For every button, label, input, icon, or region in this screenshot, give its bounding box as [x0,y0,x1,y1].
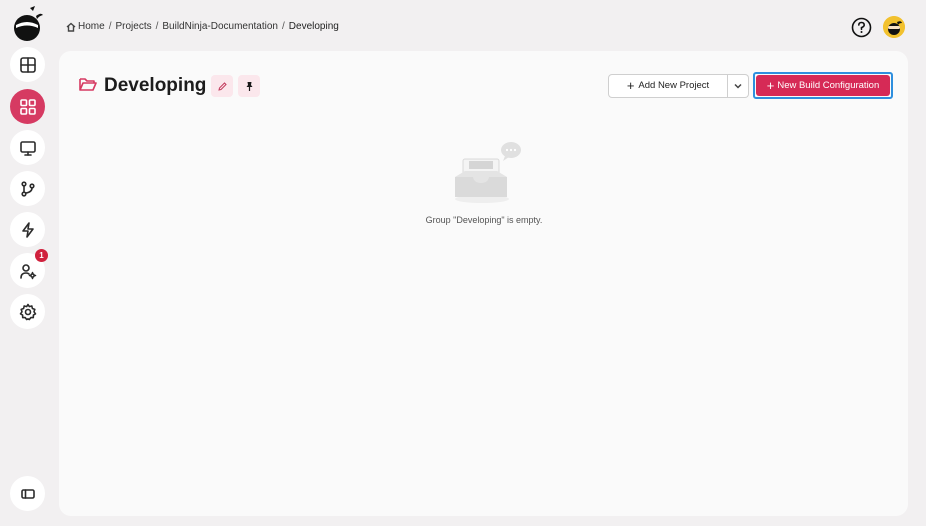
sidebar-item-user-settings[interactable]: 1 [10,249,48,288]
title-row: Developing [79,75,261,97]
sidebar-item-agents[interactable] [10,130,45,165]
breadcrumb-separator: / [155,21,159,32]
empty-state: Group "Developing" is empty. [419,141,549,225]
layout-icon [19,56,36,73]
sidebar-item-settings[interactable] [10,294,45,329]
breadcrumb-project[interactable]: BuildNinja-Documentation [162,21,278,32]
ninja-avatar-icon [883,16,905,38]
breadcrumb-projects[interactable]: Projects [115,21,151,32]
pin-icon [246,81,253,91]
breadcrumb: Home / Projects / BuildNinja-Documentati… [66,21,339,32]
add-new-project-label: Add New Project [638,80,710,91]
breadcrumb-separator: / [282,21,285,32]
home-icon[interactable] [66,22,76,32]
pin-button[interactable] [238,75,261,97]
help-icon [851,17,872,38]
main-panel: Developing + Add New Project + New Build… [59,51,908,516]
edit-button[interactable] [211,75,234,97]
ninja-logo[interactable] [10,6,44,42]
breadcrumb-separator: / [108,21,112,32]
empty-state-message: Group "Developing" is empty. [425,215,543,225]
git-branch-icon [20,180,35,197]
pencil-icon [218,81,227,91]
grid-icon [19,98,36,115]
add-new-project-button[interactable]: + Add New Project [608,73,728,98]
new-build-focus-ring: + New Build Configuration [753,72,893,99]
new-build-configuration-label: New Build Configuration [777,80,880,91]
sidebar-item-vcs[interactable] [10,171,45,206]
user-gear-icon [19,263,36,279]
monitor-icon [19,140,36,156]
lightning-icon [21,221,34,238]
breadcrumb-home[interactable]: Home [78,21,105,32]
help-button[interactable] [851,17,872,38]
empty-inbox-icon [455,142,521,203]
sidebar-item-builds[interactable] [10,212,45,247]
sidebar: 1 [0,0,56,526]
breadcrumb-current: Developing [288,21,339,32]
new-build-configuration-button[interactable]: + New Build Configuration [756,75,890,96]
gear-icon [19,303,36,320]
chevron-down-icon [734,83,742,89]
sidebar-item-projects[interactable] [10,89,45,124]
sidebar-panel-icon [20,488,35,499]
plus-icon: + [626,77,635,93]
folder-open-icon [79,76,97,97]
notification-badge: 1 [35,249,48,262]
page-title: Developing [104,75,207,96]
user-avatar[interactable] [883,16,905,38]
header-actions: + Add New Project + New Build Configurat… [608,72,893,99]
add-project-dropdown-toggle[interactable] [728,73,749,98]
plus-icon: + [766,77,775,93]
sidebar-item-dashboard[interactable] [10,47,45,82]
sidebar-toggle-button[interactable] [10,476,45,511]
